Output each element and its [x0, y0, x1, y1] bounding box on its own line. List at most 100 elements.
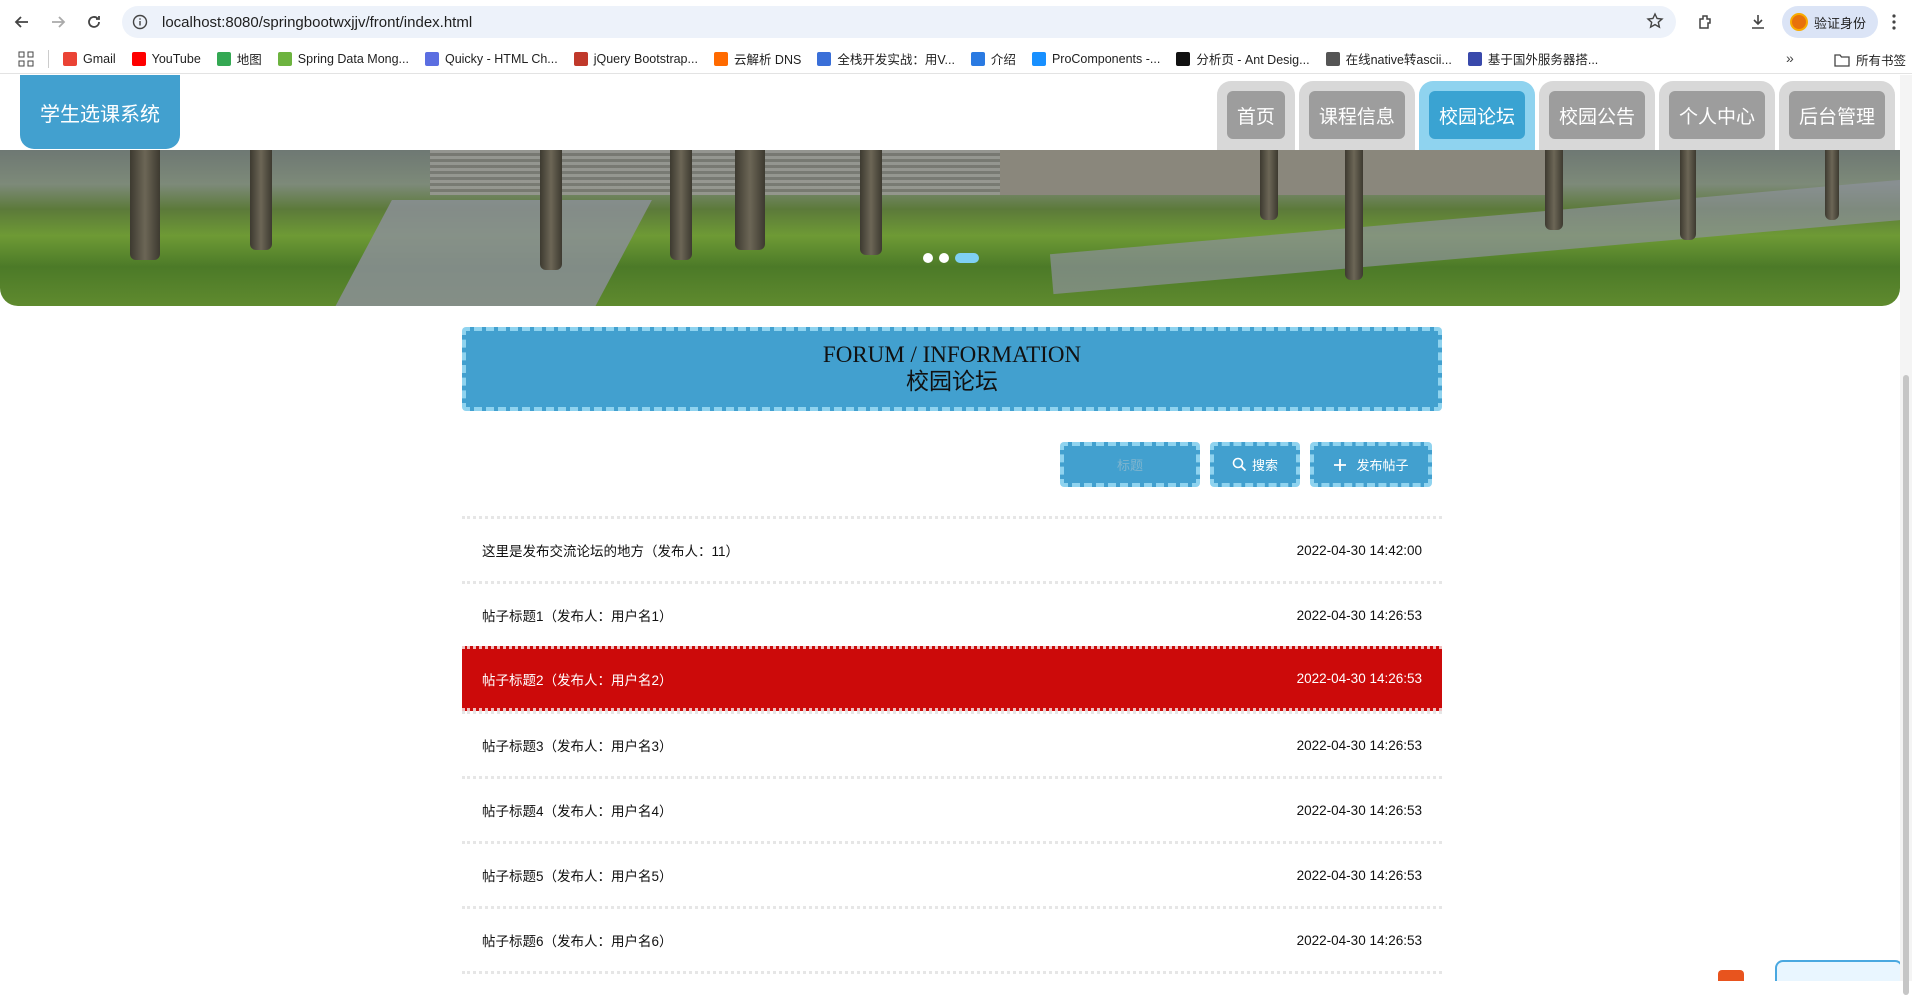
bookmark-item[interactable]: jQuery Bootstrap...: [573, 51, 698, 66]
carousel-dot[interactable]: [923, 253, 933, 263]
bookmarks-separator: [48, 49, 49, 68]
section-title-en: FORUM / INFORMATION: [822, 342, 1082, 367]
nav-item-label: 校园论坛: [1428, 91, 1525, 139]
page-scrollbar[interactable]: [1900, 75, 1912, 995]
post-row[interactable]: 帖子标题4（发布人：用户名4） 2022-04-30 14:26:53: [462, 776, 1442, 841]
bookmark-favicon-icon: [63, 51, 77, 66]
new-post-button[interactable]: 发布帖子: [1310, 442, 1432, 487]
bookmark-favicon-icon: [573, 51, 588, 66]
post-row[interactable]: 帖子标题5（发布人：用户名5） 2022-04-30 14:26:53: [462, 841, 1442, 906]
bookmark-favicon-icon: [216, 51, 231, 66]
bookmark-item[interactable]: 全栈开发实战：用V...: [817, 49, 955, 68]
post-time: 2022-04-30 14:26:53: [1296, 802, 1422, 818]
search-button[interactable]: 搜索: [1210, 442, 1300, 487]
banner-tree: [1260, 150, 1278, 220]
bookmark-label: ProComponents -...: [1051, 51, 1161, 66]
banner-tree: [1825, 150, 1839, 220]
section-title-cn: 校园论坛: [906, 369, 998, 394]
post-time: 2022-04-30 14:42:00: [1296, 542, 1422, 558]
bookmark-item[interactable]: 分析页 - Ant Desig...: [1176, 49, 1310, 68]
extensions-icon[interactable]: [1692, 6, 1720, 38]
post-row[interactable]: 这里是发布交流论坛的地方（发布人：11） 2022-04-30 14:42:00: [462, 516, 1442, 581]
bookmark-label: 基于国外服务器搭...: [1487, 53, 1599, 67]
banner-tree: [540, 150, 562, 270]
bookmarks-bar: Gmail YouTube 地图 Spring Data Mong... Quicky …: [0, 44, 1912, 74]
post-title[interactable]: 帖子标题1（发布人：用户名1）: [482, 605, 673, 625]
plus-icon: [1334, 458, 1347, 471]
forward-icon[interactable]: [44, 8, 72, 36]
nav-item-label: 个人中心: [1668, 91, 1765, 139]
bookmark-item[interactable]: Spring Data Mong...: [277, 51, 409, 66]
all-bookmarks-button[interactable]: 所有书签: [1834, 50, 1906, 69]
back-icon[interactable]: [8, 8, 36, 36]
post-row[interactable]: 帖子标题1（发布人：用户名1） 2022-04-30 14:26:53: [462, 581, 1442, 646]
post-title[interactable]: 帖子标题5（发布人：用户名5）: [482, 865, 673, 885]
post-time: 2022-04-30 14:26:53: [1296, 607, 1422, 623]
hero-carousel[interactable]: [0, 150, 1900, 306]
profile-button[interactable]: 验证身份: [1782, 6, 1878, 38]
bookmark-label: Spring Data Mong...: [297, 51, 409, 66]
post-title[interactable]: 帖子标题2（发布人：用户名2）: [482, 669, 673, 689]
list-divider: [462, 971, 1442, 977]
post-title[interactable]: 帖子标题3（发布人：用户名3）: [482, 735, 673, 755]
site-logo[interactable]: 学生选课系统: [20, 75, 180, 149]
bookmark-item[interactable]: 介绍: [970, 49, 1016, 68]
post-row[interactable]: 帖子标题2（发布人：用户名2） 2022-04-30 14:26:53: [462, 646, 1442, 711]
bookmark-item[interactable]: 地图: [216, 49, 262, 68]
nav-item-2[interactable]: 课程信息: [1298, 81, 1415, 150]
bookmark-label: Gmail: [83, 51, 116, 66]
bookmark-item[interactable]: YouTube: [131, 51, 201, 66]
bookmark-label: 云解析 DNS: [733, 53, 802, 67]
bookmark-favicon-icon: [1176, 51, 1191, 66]
nav-item-5[interactable]: 个人中心: [1658, 81, 1775, 150]
post-time: 2022-04-30 14:26:53: [1296, 737, 1422, 753]
bookmark-item[interactable]: 在线native转ascii...: [1325, 49, 1452, 68]
bookmark-favicon-icon: [713, 51, 728, 66]
apps-grid-icon[interactable]: [18, 51, 34, 67]
post-row[interactable]: 帖子标题3（发布人：用户名3） 2022-04-30 14:26:53: [462, 711, 1442, 776]
reload-icon[interactable]: [80, 8, 108, 36]
nav-item-6[interactable]: 后台管理: [1778, 81, 1895, 150]
more-bookmarks-icon[interactable]: »: [1786, 50, 1794, 66]
title-search-input[interactable]: 标题: [1060, 442, 1200, 487]
post-title[interactable]: 这里是发布交流论坛的地方（发布人：11）: [482, 540, 739, 560]
nav-item-4[interactable]: 校园公告: [1538, 81, 1655, 150]
download-icon[interactable]: [1744, 6, 1772, 38]
bookmark-favicon-icon: [277, 51, 292, 66]
bookmark-list: Gmail YouTube 地图 Spring Data Mong... Quicky …: [63, 49, 1614, 68]
all-bookmarks-label: 所有书签: [1856, 54, 1907, 68]
banner-tree: [250, 150, 272, 250]
bookmark-favicon-icon: [970, 51, 985, 66]
address-bar[interactable]: localhost:8080/springbootwxjjv/front/ind…: [122, 6, 1676, 38]
banner-path: [328, 200, 652, 306]
menu-kebab-icon[interactable]: [1884, 6, 1904, 38]
bookmark-label: 分析页 - Ant Desig...: [1196, 53, 1310, 67]
new-post-button-label: 发布帖子: [1356, 458, 1409, 473]
folder-icon: [1834, 53, 1850, 67]
bookmark-item[interactable]: Quicky - HTML Ch...: [424, 51, 558, 66]
section-title: FORUM / INFORMATION 校园论坛: [462, 327, 1442, 411]
post-list: 这里是发布交流论坛的地方（发布人：11） 2022-04-30 14:42:00 帖…: [462, 516, 1442, 977]
banner-building: [1000, 150, 1560, 195]
bookmark-star-icon[interactable]: [1646, 12, 1664, 35]
banner-tree: [735, 150, 765, 250]
post-title[interactable]: 帖子标题4（发布人：用户名4）: [482, 800, 673, 820]
profile-avatar-icon: [1790, 13, 1808, 31]
bookmark-item[interactable]: 云解析 DNS: [713, 49, 802, 68]
page-viewport: 学生选课系统 首页 课程信息 校园论坛 校园公告 个人中心 后台管理 FORUM / IN…: [0, 75, 1900, 981]
scrollbar-thumb[interactable]: [1903, 375, 1909, 995]
post-title[interactable]: 帖子标题6（发布人：用户名6）: [482, 930, 673, 950]
bookmark-label: jQuery Bootstrap...: [593, 51, 698, 66]
nav-item-3[interactable]: 校园论坛: [1418, 81, 1535, 150]
post-time: 2022-04-30 14:26:53: [1296, 932, 1422, 948]
bookmark-item[interactable]: 基于国外服务器搭...: [1467, 49, 1599, 68]
floating-widget[interactable]: [1775, 960, 1900, 981]
bookmark-item[interactable]: Gmail: [63, 51, 116, 66]
bookmark-item[interactable]: ProComponents -...: [1031, 51, 1161, 66]
nav-item-label: 后台管理: [1788, 91, 1885, 139]
nav-item-1[interactable]: 首页: [1216, 81, 1295, 150]
post-row[interactable]: 帖子标题6（发布人：用户名6） 2022-04-30 14:26:53: [462, 906, 1442, 971]
carousel-dot[interactable]: [955, 253, 979, 263]
site-info-icon[interactable]: [130, 12, 150, 32]
carousel-dot[interactable]: [939, 253, 949, 263]
